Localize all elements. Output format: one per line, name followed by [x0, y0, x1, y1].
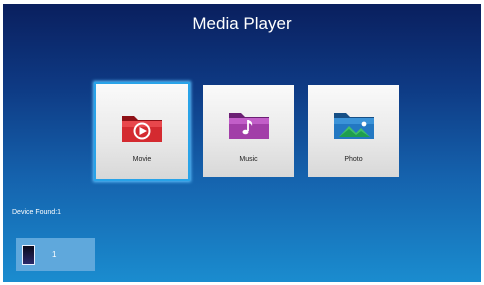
- music-icon: [228, 113, 269, 139]
- device-found-status: Device Found:1: [12, 209, 62, 216]
- device-label: 1: [52, 250, 57, 259]
- device-list-item[interactable]: 1: [16, 238, 95, 271]
- movie-label: Movie: [132, 156, 152, 163]
- movie-tile[interactable]: Movie: [94, 82, 190, 181]
- music-tile[interactable]: Music: [203, 85, 294, 177]
- media-player-screen: Media Player Movie Music Photo Device Fo…: [3, 4, 481, 282]
- photo-tile[interactable]: Photo: [308, 85, 399, 177]
- photo-label: Photo: [344, 156, 363, 163]
- photo-icon: [333, 113, 374, 139]
- movie-icon: [122, 116, 162, 142]
- page-title: Media Player: [192, 14, 292, 33]
- storage-device-icon: [22, 245, 35, 265]
- music-label: Music: [239, 156, 258, 163]
